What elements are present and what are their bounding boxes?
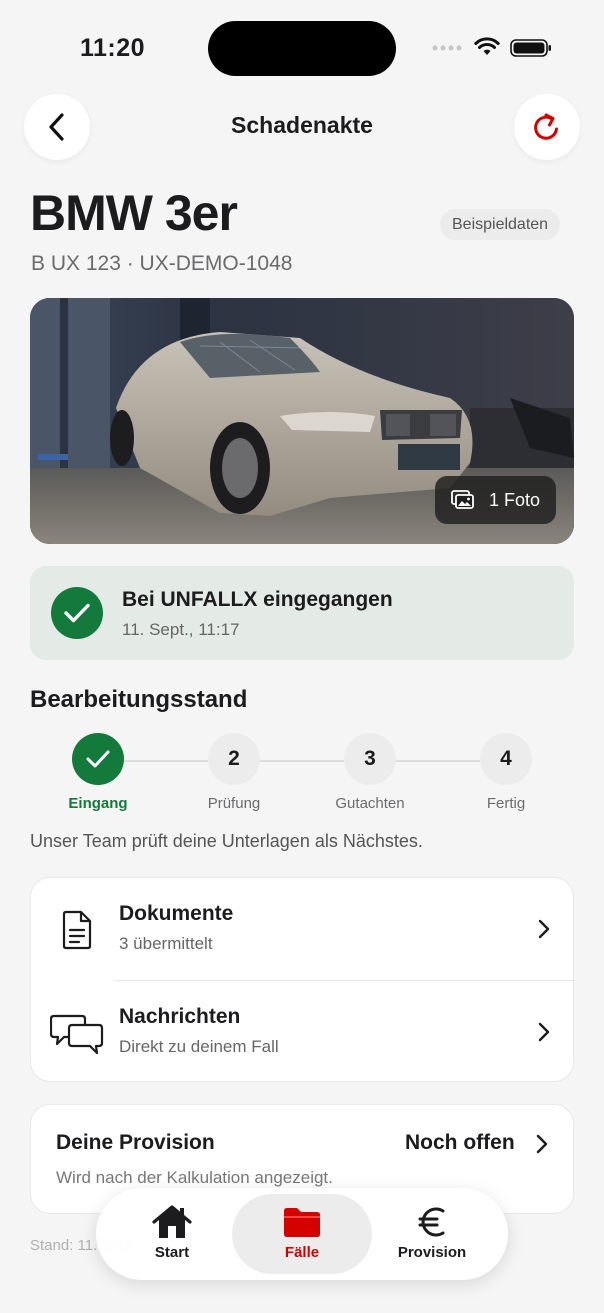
tab-faelle[interactable]: Fälle: [232, 1194, 372, 1274]
received-timestamp: 11. Sept., 11:17: [122, 620, 240, 639]
step-label: Fertig: [486, 795, 526, 812]
step-number: 3: [344, 733, 396, 785]
messages-title: Nachrichten: [119, 1005, 241, 1028]
check-icon: [72, 733, 124, 785]
status-time: 11:20: [80, 34, 146, 62]
progress-stepper: Eingang 2 Prüfung 3 Gutachten 4 Fertig: [0, 733, 604, 823]
battery-icon: [510, 39, 551, 57]
photo-count-chip[interactable]: 1 Foto: [435, 476, 557, 524]
vehicle-title: BMW 3er: [30, 185, 238, 241]
chevron-right-icon: [536, 1134, 548, 1154]
photo-count-label: 1 Foto: [489, 489, 541, 510]
chat-bubbles-icon: [49, 1009, 105, 1057]
refresh-icon: [534, 113, 558, 140]
tab-bar: Start Fälle Provision: [96, 1188, 508, 1280]
wifi-icon: [474, 37, 500, 55]
top-navigation: Schadenakte: [0, 94, 604, 160]
tab-label: Provision: [397, 1244, 467, 1261]
step-eingang: Eingang: [43, 733, 153, 812]
status-bar: 11:20: [0, 0, 604, 96]
progress-note: Unser Team prüft deine Unterlagen als Nä…: [30, 831, 423, 851]
tab-label: Start: [154, 1244, 190, 1261]
photo-gallery-icon: [451, 490, 474, 509]
provision-title: Deine Provision: [56, 1131, 215, 1154]
folder-icon: [232, 1204, 372, 1240]
tab-provision[interactable]: Provision: [362, 1188, 502, 1280]
documents-title: Dokumente: [119, 902, 234, 925]
step-label: Prüfung: [207, 795, 261, 812]
refresh-button[interactable]: [514, 94, 580, 160]
messages-subtitle: Direkt zu deinem Fall: [119, 1037, 279, 1056]
step-gutachten: 3 Gutachten: [315, 733, 425, 812]
tab-label: Fälle: [284, 1244, 320, 1261]
cellular-signal-icon: [432, 45, 462, 51]
status-icons: [432, 36, 552, 60]
received-status-banner: Bei UNFALLX eingegangen 11. Sept., 11:17: [30, 566, 574, 660]
tab-start[interactable]: Start: [102, 1188, 242, 1280]
vehicle-plate-and-case-id: B UX 123 · UX-DEMO-1048: [31, 252, 293, 275]
received-title: Bei UNFALLX eingegangen: [122, 588, 393, 611]
case-links-card: Dokumente 3 übermittelt Nachrichten Dire…: [30, 877, 575, 1083]
progress-section-title: Bearbeitungsstand: [30, 686, 248, 713]
step-pruefung: 2 Prüfung: [179, 733, 289, 812]
vehicle-photo[interactable]: 1 Foto: [30, 298, 574, 544]
document-icon: [49, 906, 105, 954]
chevron-right-icon: [538, 1022, 550, 1042]
step-label: Eingang: [68, 795, 128, 812]
step-label: Gutachten: [335, 795, 405, 812]
euro-icon: [362, 1204, 502, 1240]
chevron-right-icon: [538, 919, 550, 939]
sample-data-badge: Beispieldaten: [440, 209, 561, 240]
step-fertig: 4 Fertig: [451, 733, 561, 812]
documents-row[interactable]: Dokumente 3 übermittelt: [31, 878, 575, 980]
messages-row[interactable]: Nachrichten Direkt zu deinem Fall: [31, 981, 575, 1083]
step-number: 2: [208, 733, 260, 785]
step-number: 4: [480, 733, 532, 785]
home-icon: [102, 1204, 242, 1240]
stepper-track: [124, 760, 482, 762]
checkmark-circle-icon: [51, 587, 103, 639]
provision-value: Noch offen: [405, 1131, 515, 1154]
provision-subtitle: Wird nach der Kalkulation angezeigt.: [56, 1168, 333, 1187]
documents-subtitle: 3 übermittelt: [119, 934, 213, 953]
dynamic-island: [208, 21, 396, 76]
